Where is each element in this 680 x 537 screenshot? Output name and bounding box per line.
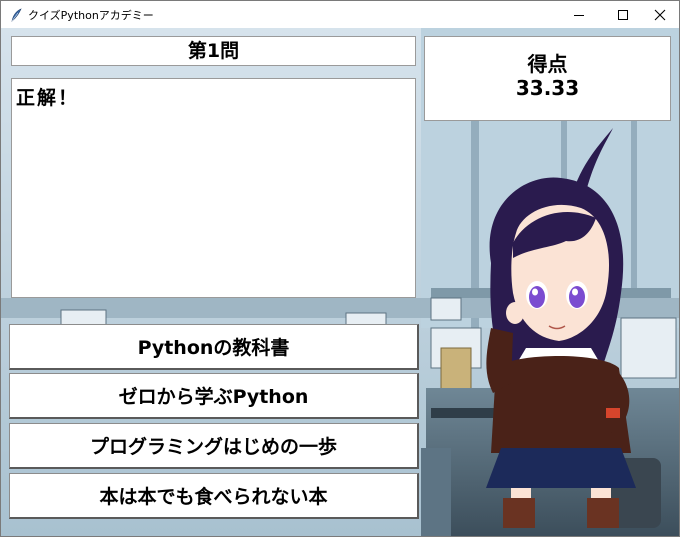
- score-label: 得点: [527, 52, 568, 76]
- title-bar[interactable]: クイズPythonアカデミー: [1, 1, 679, 28]
- result-text: 正解！: [16, 87, 80, 109]
- app-window: クイズPythonアカデミー 第1問 正解！ 得点 33.33 Pythonの教…: [0, 0, 680, 537]
- answer-button-3[interactable]: プログラミングはじめの一歩: [9, 423, 419, 469]
- game-canvas: 第1問 正解！ 得点 33.33 Pythonの教科書 ゼロから学ぶPython…: [1, 28, 679, 536]
- close-icon[interactable]: [637, 1, 679, 28]
- answer-button-4[interactable]: 本は本でも食べられない本: [9, 473, 419, 519]
- score-value: 33.33: [515, 76, 580, 100]
- character-illustration: [486, 128, 636, 528]
- result-box: 正解！: [11, 78, 416, 298]
- question-title: 第1問: [11, 36, 416, 66]
- answer-button-2[interactable]: ゼロから学ぶPython: [9, 373, 419, 419]
- feather-icon: [9, 7, 23, 22]
- answer-button-1[interactable]: Pythonの教科書: [9, 324, 419, 370]
- score-box: 得点 33.33: [424, 36, 671, 121]
- window-title: クイズPythonアカデミー: [28, 9, 154, 22]
- minimize-icon[interactable]: [556, 1, 602, 28]
